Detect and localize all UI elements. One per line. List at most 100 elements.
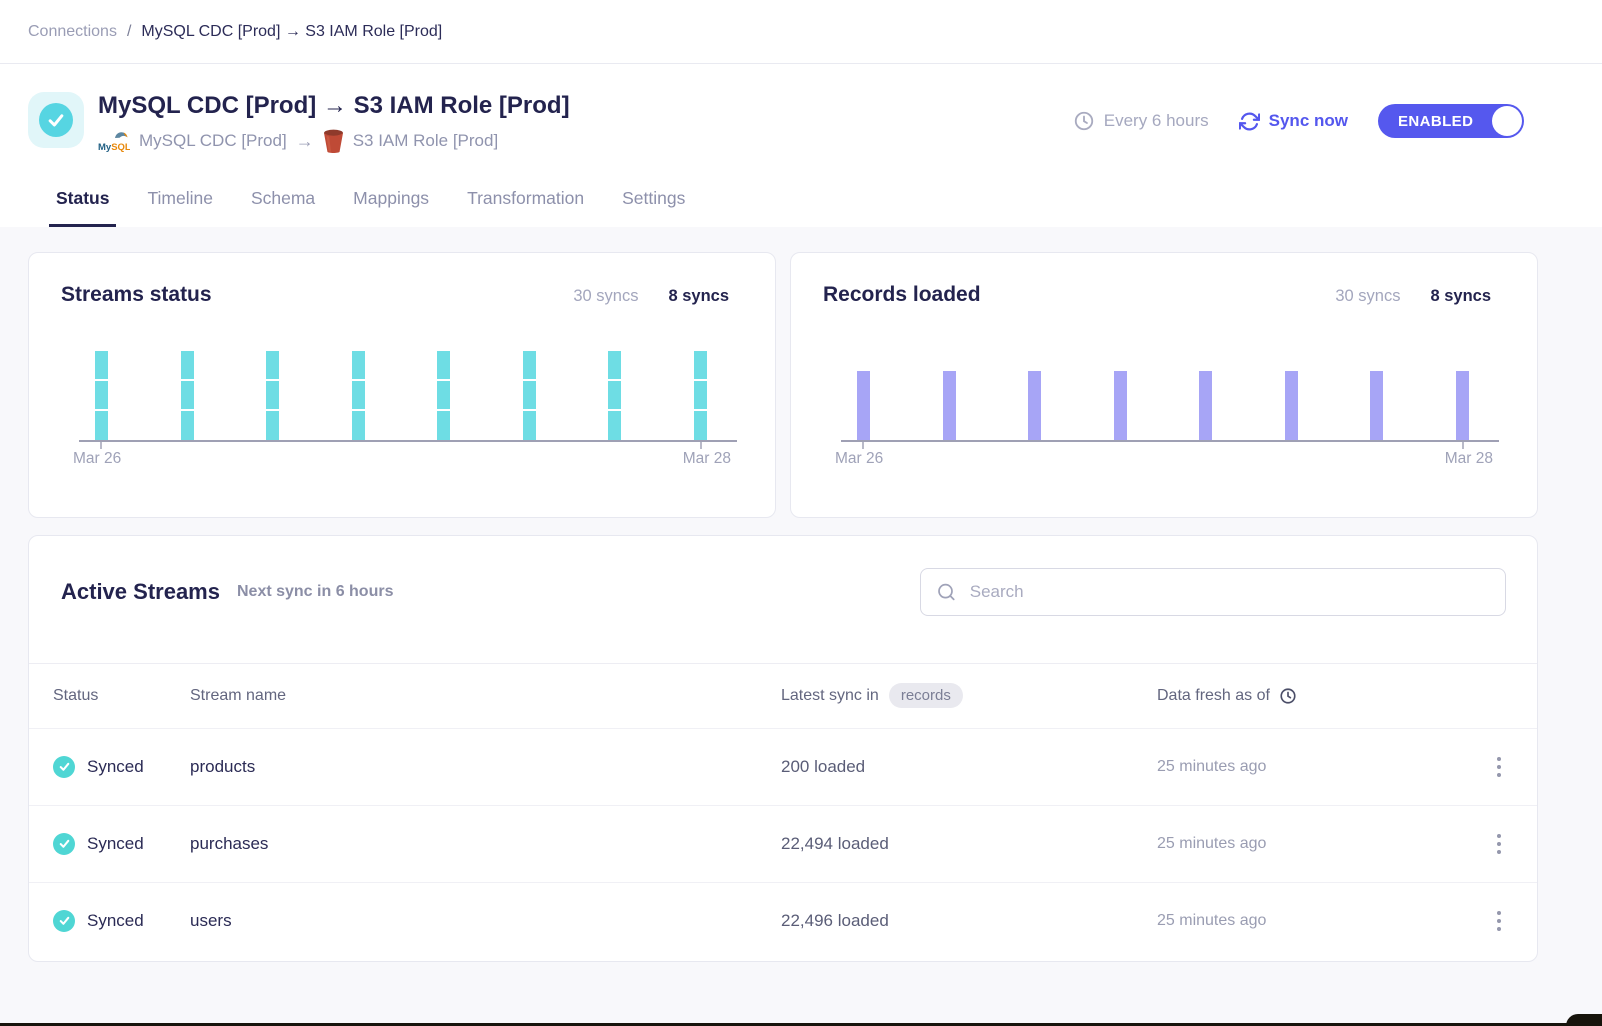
breadcrumb: Connections / MySQL CDC [Prod] → S3 IAM … [0, 0, 1602, 64]
breadcrumb-connections-link[interactable]: Connections [28, 23, 117, 41]
sync-bar[interactable] [1456, 371, 1469, 440]
records-loaded-value: 22,494 loaded [781, 834, 1157, 854]
x-axis-label-left: Mar 26 [835, 450, 883, 468]
streams-status-chart: Mar 26 Mar 28 [29, 321, 775, 471]
breadcrumb-separator: / [127, 23, 131, 41]
stream-segment [608, 411, 621, 439]
stream-segment [352, 351, 365, 379]
sync-bar[interactable] [608, 351, 621, 440]
connection-header: MySQL CDC [Prod] → S3 IAM Role [Prod] My… [0, 64, 1602, 227]
stream-segment [694, 411, 707, 439]
breadcrumb-current: MySQL CDC [Prod] → S3 IAM Role [Prod] [141, 23, 442, 41]
sync-bar[interactable] [694, 351, 707, 440]
column-latest-sync: Latest sync in [781, 687, 879, 705]
x-axis-tick-right [700, 442, 702, 449]
records-loaded-chart: Mar 26 Mar 28 [791, 321, 1537, 471]
x-axis-tick-left [100, 442, 102, 449]
stream-row[interactable]: Synced users 22,496 loaded 25 minutes ag… [29, 882, 1537, 959]
x-axis-label-right: Mar 28 [1445, 450, 1493, 468]
connection-tabs: Status Timeline Schema Mappings Transfor… [28, 188, 1524, 227]
mysql-logo-icon: MySQL [98, 129, 130, 153]
page-title: MySQL CDC [Prod] → S3 IAM Role [Prod] [98, 92, 570, 120]
stream-status-label: Synced [87, 834, 144, 854]
sync-bar[interactable] [943, 371, 956, 440]
stream-segment [523, 381, 536, 409]
x-axis [79, 440, 737, 442]
svg-text:MySQL: MySQL [98, 142, 130, 153]
column-stream-name: Stream name [190, 687, 781, 705]
tab-status[interactable]: Status [49, 188, 116, 227]
active-streams-title: Active Streams [61, 579, 220, 605]
sync-bar[interactable] [523, 351, 536, 440]
records-legend-30-syncs[interactable]: 30 syncs [1335, 287, 1400, 306]
tab-transformation[interactable]: Transformation [460, 188, 591, 227]
connection-status-avatar [28, 92, 84, 148]
row-menu-button[interactable] [1485, 830, 1513, 858]
row-menu-button[interactable] [1485, 753, 1513, 781]
stream-segment [181, 411, 194, 439]
sync-now-button[interactable]: Sync now [1239, 111, 1348, 132]
stream-segment [266, 411, 279, 439]
tab-schema[interactable]: Schema [244, 188, 322, 227]
enabled-toggle-label: ENABLED [1398, 113, 1473, 130]
toggle-knob [1492, 106, 1522, 136]
stream-segment [181, 351, 194, 379]
records-bars [857, 351, 1469, 440]
sync-bar[interactable] [1114, 371, 1127, 440]
sync-bar[interactable] [1370, 371, 1383, 440]
sync-bar[interactable] [1199, 371, 1212, 440]
stream-table-header: Status Stream name Latest sync in record… [29, 663, 1537, 728]
records-legend-8-syncs[interactable]: 8 syncs [1430, 287, 1491, 306]
stream-segment [437, 351, 450, 379]
destination-name: S3 IAM Role [Prod] [353, 131, 499, 151]
data-fresh-value: 25 minutes ago [1157, 912, 1465, 930]
sync-bar[interactable] [1285, 371, 1298, 440]
stream-table-body: Synced products 200 loaded 25 minutes ag… [29, 728, 1537, 959]
source-name: MySQL CDC [Prod] [139, 131, 287, 151]
column-data-fresh: Data fresh as of [1157, 687, 1270, 705]
tab-timeline[interactable]: Timeline [140, 188, 219, 227]
streams-legend-30-syncs[interactable]: 30 syncs [573, 287, 638, 306]
sync-bar[interactable] [1028, 371, 1041, 440]
stream-status-label: Synced [87, 911, 144, 931]
stream-segment [266, 381, 279, 409]
stream-row[interactable]: Synced purchases 22,494 loaded 25 minute… [29, 805, 1537, 882]
records-loaded-value: 22,496 loaded [781, 911, 1157, 931]
stream-name: products [190, 757, 781, 777]
streams-legend-8-syncs[interactable]: 8 syncs [668, 287, 729, 306]
stream-name: users [190, 911, 781, 931]
sync-bar[interactable] [95, 351, 108, 440]
tab-settings[interactable]: Settings [615, 188, 692, 227]
s3-bucket-icon [323, 129, 344, 154]
stream-row[interactable]: Synced products 200 loaded 25 minutes ag… [29, 728, 1537, 805]
column-status: Status [53, 687, 190, 705]
sync-bar[interactable] [437, 351, 450, 440]
sync-bar[interactable] [266, 351, 279, 440]
stream-segment [608, 381, 621, 409]
stream-segment [352, 411, 365, 439]
stream-segment [608, 351, 621, 379]
data-fresh-value: 25 minutes ago [1157, 758, 1465, 776]
stream-status-label: Synced [87, 757, 144, 777]
row-menu-button[interactable] [1485, 907, 1513, 935]
sync-bar[interactable] [181, 351, 194, 440]
stream-segment [437, 411, 450, 439]
records-unit-toggle[interactable]: records [889, 683, 963, 708]
source-to-destination-arrow: → [296, 131, 314, 152]
streams-status-title: Streams status [61, 283, 212, 307]
bottom-corner-widget [1566, 1014, 1602, 1026]
records-loaded-card: Records loaded 30 syncs 8 syncs Mar 26 M… [790, 252, 1538, 518]
records-loaded-title: Records loaded [823, 283, 981, 307]
stream-segment [95, 381, 108, 409]
stream-segment [95, 411, 108, 439]
stream-segment [694, 351, 707, 379]
stream-name: purchases [190, 834, 781, 854]
x-axis-tick-right [1462, 442, 1464, 449]
stream-segment [694, 381, 707, 409]
sync-bar[interactable] [857, 371, 870, 440]
sync-bar[interactable] [352, 351, 365, 440]
enabled-toggle[interactable]: ENABLED [1378, 104, 1524, 138]
stream-segment [181, 381, 194, 409]
search-input[interactable] [968, 581, 1490, 603]
tab-mappings[interactable]: Mappings [346, 188, 436, 227]
